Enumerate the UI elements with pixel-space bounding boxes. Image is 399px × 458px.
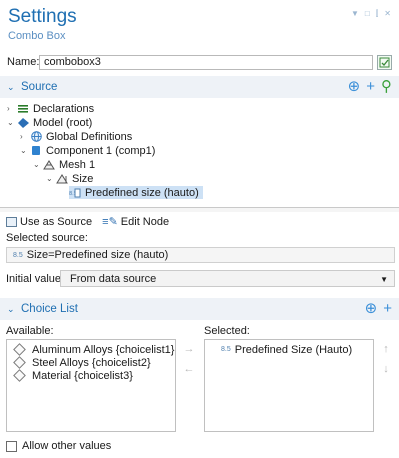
allow-other-values-row[interactable]: Allow other values [6,440,111,452]
selected-source-field: 8.5 Size=Predefined size (hauto) [6,247,395,263]
move-right-icon[interactable]: → [182,342,196,356]
declarations-icon [17,103,29,114]
tree-item-label: Mesh 1 [59,158,96,171]
source-section-header[interactable]: ⌄ Source ⊕ + ⚲ [0,76,399,98]
tree-item-size[interactable]: ⌄ Size [46,172,93,185]
selected-list[interactable]: 8.5 Predefined Size (Hauto) [204,339,374,432]
tree-item-label: Global Definitions [46,130,133,143]
tree-item-global-definitions[interactable]: › Global Definitions [20,130,132,143]
allow-other-values-label: Allow other values [22,440,112,452]
predefined-size-icon: 8.5 [69,187,81,198]
panel-splitter[interactable] [0,207,399,212]
add-icon[interactable]: + [383,301,392,316]
use-as-source-button[interactable]: Use as Source [6,216,92,228]
add-circle-icon[interactable]: ⊕ [348,79,361,94]
source-section-title: Source [21,81,58,93]
choice-list-section-title: Choice List [21,303,78,315]
tree-item-predefined-size[interactable]: 8.5 Predefined size (hauto) [69,186,203,199]
choice-list-icon [13,356,26,369]
page-title: Settings [8,6,77,27]
source-toolbar: Use as Source ≡✎ Edit Node [6,215,169,228]
apply-name-button[interactable] [377,54,392,70]
tree-item-label: Model (root) [33,116,93,129]
list-item-label: Steel Alloys {choicelist2} [32,356,151,369]
chevron-down-icon: ⌄ [7,303,15,314]
tree-item-label: Size [72,172,94,185]
initial-value-select[interactable]: From data source ▼ [60,270,395,287]
source-tools: ⊕ + ⚲ [348,79,392,94]
tree-item-component[interactable]: ⌄ Component 1 (comp1) [20,144,155,157]
dropdown-caret-icon: ▼ [380,275,388,284]
chevron-down-icon[interactable]: ⌄ [46,174,56,183]
add-circle-icon[interactable]: ⊕ [365,301,378,316]
list-item[interactable]: 8.5 Predefined Size (Hauto) [205,343,373,356]
list-item[interactable]: Material {choicelist3} [7,369,175,382]
apply-icon [379,57,390,67]
window-controls: ▼ □ ⫿ ✕ [351,9,391,19]
parameter-icon: 8.5 [221,346,231,353]
chevron-right-icon[interactable]: › [7,104,17,113]
use-as-source-label: Use as Source [20,215,93,228]
move-up-icon[interactable]: ↑ [379,342,393,356]
initial-value-label: Initial value: [6,273,65,285]
name-field[interactable]: combobox3 [39,54,374,70]
choice-list-icon [13,343,26,356]
mesh-icon [43,159,55,170]
restore-icon[interactable]: □ [365,9,370,19]
move-left-icon[interactable]: ← [182,362,196,376]
edit-node-label: Edit Node [120,215,170,228]
chevron-right-icon[interactable]: › [20,132,30,141]
model-tree: › Declarations ⌄ Model (root) › Global D… [3,100,396,204]
available-label: Available: [6,325,54,337]
model-icon [17,117,29,128]
list-item[interactable]: Steel Alloys {choicelist2} [7,356,175,369]
tree-item-declarations[interactable]: › Declarations [7,102,94,115]
parameter-icon: 8.5 [13,251,23,259]
selected-source-value: Size=Predefined size (hauto) [26,249,169,261]
tree-item-label: Predefined size (hauto) [85,186,199,199]
chevron-down-icon[interactable]: ⌄ [7,118,17,127]
choice-list-icon [13,369,26,382]
tree-item-label: Declarations [33,102,95,115]
available-list[interactable]: Aluminum Alloys {choicelist1} Steel Allo… [6,339,176,432]
close-icon[interactable]: ✕ [384,9,391,19]
selected-label: Selected: [204,325,250,337]
edit-node-button[interactable]: ≡✎ Edit Node [102,215,170,229]
tree-filter-icon[interactable]: ⚲ [381,79,392,94]
chevron-down-icon[interactable]: ▼ [351,9,359,19]
choice-list-section-header[interactable]: ⌄ Choice List ⊕ + [0,298,399,320]
name-label: Name: [7,56,40,68]
settings-header: Settings Combo Box ▼ □ ⫿ ✕ [0,0,399,48]
chevron-down-icon: ⌄ [7,81,15,92]
list-item-label: Material {choicelist3} [32,369,133,382]
page-subtitle: Combo Box [8,30,66,42]
tree-item-model[interactable]: ⌄ Model (root) [7,116,92,129]
size-icon [56,173,68,184]
use-as-source-icon [6,216,17,227]
list-item-label: Predefined Size (Hauto) [234,343,353,356]
name-row: Name: combobox3 [0,51,399,73]
list-item[interactable]: Aluminum Alloys {choicelist1} [7,343,175,356]
pin-icon[interactable]: ⫿ [376,9,379,19]
initial-value-selected: From data source [70,272,157,285]
edit-node-icon: ≡✎ [102,216,118,228]
chevron-down-icon[interactable]: ⌄ [20,146,30,155]
choice-list-tools: ⊕ + [365,301,392,316]
move-down-icon[interactable]: ↓ [379,362,393,376]
globe-icon [30,131,42,142]
add-icon[interactable]: + [366,79,375,94]
selected-source-label: Selected source: [6,232,88,244]
tree-item-mesh[interactable]: ⌄ Mesh 1 [33,158,95,171]
allow-other-values-checkbox[interactable] [6,440,17,452]
list-item-label: Aluminum Alloys {choicelist1} [32,343,175,356]
chevron-down-icon[interactable]: ⌄ [33,160,43,169]
tree-item-label: Component 1 (comp1) [46,144,156,157]
component-icon [30,145,42,156]
